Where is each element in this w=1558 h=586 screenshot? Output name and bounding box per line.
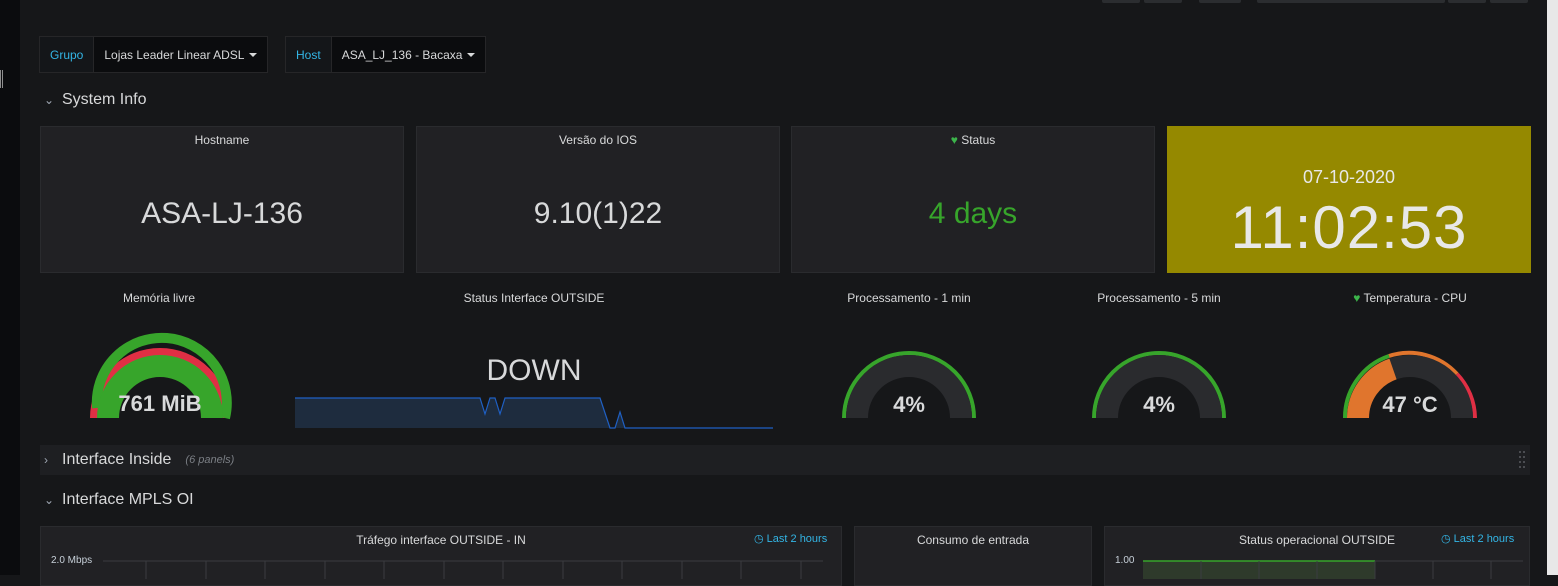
panel-title: Tráfego interface OUTSIDE - IN: [356, 533, 526, 547]
clock-date: 07-10-2020: [1302, 167, 1396, 187]
status-outside-value: DOWN: [486, 354, 582, 387]
caret-down-icon: [467, 52, 476, 57]
clock-icon: ◷: [1441, 533, 1451, 545]
stat-value: 9.10(1)22: [533, 197, 663, 230]
row-system-info[interactable]: ⌄ System Info: [44, 90, 146, 110]
panel-ios-version[interactable]: Versão do IOS 9.10(1)22: [416, 126, 780, 273]
navbar-button[interactable]: [1102, 0, 1140, 3]
gauge-temp-title: Temperatura - CPU: [1363, 291, 1467, 305]
y-axis-tick: 2.0 Mbps: [51, 555, 93, 566]
graph-area: [1143, 560, 1523, 579]
row-title: System Info: [62, 91, 147, 108]
panel-hostname[interactable]: Hostname ASA-LJ-136: [40, 126, 404, 273]
time-picker-button[interactable]: [1257, 0, 1445, 3]
panel-title-wrap: ♥ Status: [792, 133, 1154, 147]
gauge-temp-title-wrap: ♥ Temperatura - CPU: [1290, 291, 1530, 305]
status-outside-title: Status Interface OUTSIDE: [463, 291, 605, 305]
gauge-temp-value: 47 °C: [1382, 392, 1438, 417]
panel-trafego-outside-in[interactable]: Tráfego interface OUTSIDE - IN ◷ Last 2 …: [40, 526, 842, 586]
navbar-button[interactable]: [1199, 0, 1241, 3]
row-title: Interface Inside: [62, 451, 172, 468]
panel-consumo-entrada[interactable]: Consumo de entrada: [854, 526, 1092, 586]
panel-title: Versão do IOS: [558, 133, 638, 147]
variable-host-value: ASA_LJ_136 - Bacaxa: [341, 47, 463, 62]
variable-host-label: Host: [286, 37, 332, 72]
gauge-memoria-title: Memória livre: [122, 291, 195, 305]
gauge-proc1-title: Processamento - 1 min: [847, 291, 971, 305]
panel-title: Hostname: [194, 133, 250, 147]
row-interface-inside[interactable]: › Interface Inside (6 panels): [40, 445, 1530, 475]
heart-icon: ♥: [950, 133, 958, 147]
gauge-memoria-value: 761 MiB: [118, 391, 202, 416]
panel-clock[interactable]: 07-10-2020 11:02:53: [1167, 126, 1531, 273]
variable-host-dropdown[interactable]: ASA_LJ_136 - Bacaxa: [332, 37, 486, 72]
chevron-down-icon: ⌄: [44, 493, 55, 507]
stat-value: 4 days: [928, 197, 1018, 230]
navbar-button[interactable]: [1490, 0, 1528, 3]
panel-status-operacional[interactable]: Status operacional OUTSIDE ◷ Last 2 hour…: [1104, 526, 1530, 586]
clock-icon: ◷: [754, 533, 764, 545]
panel-status[interactable]: ♥ Status 4 days: [791, 126, 1155, 273]
stat-value: ASA-LJ-136: [141, 197, 303, 230]
status-outside-sparkline: [295, 397, 773, 429]
panel-title: Consumo de entrada: [916, 533, 1030, 547]
gauge-proc5-value: 4%: [1143, 392, 1175, 417]
time-range-label: Last 2 hours: [766, 533, 828, 545]
row-panel-count: (6 panels): [185, 454, 235, 466]
graph-grid: [103, 560, 823, 579]
y-axis-tick: 1.00: [1115, 555, 1135, 566]
navbar-button[interactable]: [1448, 0, 1486, 3]
gauge-proc5-title: Processamento - 5 min: [1097, 291, 1221, 305]
chevron-down-icon: ⌄: [44, 93, 55, 107]
scrollbar[interactable]: [1547, 0, 1558, 575]
time-range-info[interactable]: ◷ Last 2 hours: [754, 532, 827, 545]
variable-grupo-dropdown[interactable]: Lojas Leader Linear ADSL: [94, 37, 267, 72]
variable-host: Host ASA_LJ_136 - Bacaxa: [285, 36, 487, 73]
panel-title: Status: [961, 133, 996, 147]
time-range-label: Last 2 hours: [1453, 533, 1515, 545]
row-title: Interface MPLS OI: [62, 491, 194, 508]
menu-icon[interactable]: [0, 70, 7, 88]
variable-grupo-value: Lojas Leader Linear ADSL: [104, 47, 245, 62]
variable-grupo: Grupo Lojas Leader Linear ADSL: [39, 36, 269, 73]
clock-time: 11:02:53: [1230, 194, 1468, 261]
variable-grupo-label: Grupo: [40, 37, 95, 72]
gauge-proc1-value: 4%: [893, 392, 925, 417]
row-header: › Interface Inside (6 panels): [44, 450, 234, 470]
drag-handle-icon[interactable]: [1518, 449, 1526, 471]
navbar-button[interactable]: [1144, 0, 1182, 3]
time-range-info[interactable]: ◷ Last 2 hours: [1441, 532, 1514, 545]
side-menu: [0, 0, 20, 575]
row-interface-mpls[interactable]: ⌄ Interface MPLS OI: [44, 490, 194, 510]
heart-icon: ♥: [1353, 291, 1361, 305]
chevron-right-icon: ›: [44, 453, 48, 467]
caret-down-icon: [249, 52, 258, 57]
